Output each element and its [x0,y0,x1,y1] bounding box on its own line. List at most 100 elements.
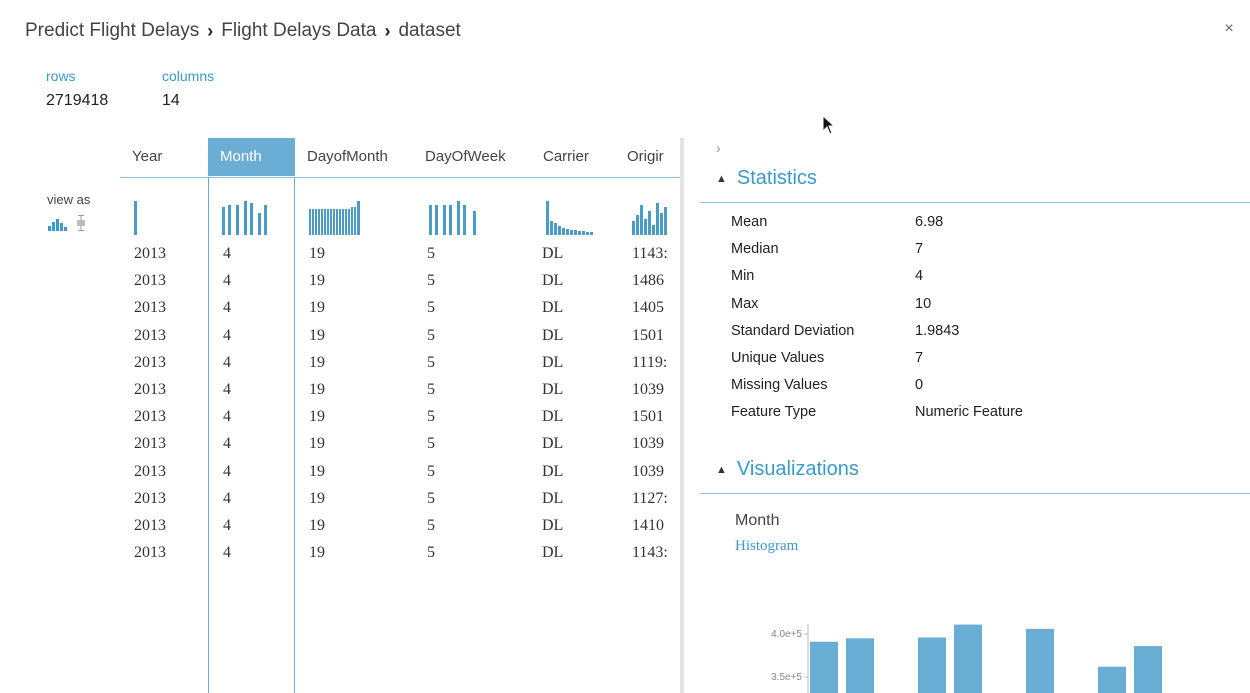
table-cell: 2013 [134,462,166,480]
columns-value: 14 [162,92,180,109]
column-header-year[interactable]: Year [120,138,208,176]
table-cell: DL [542,272,564,290]
stat-label: Unique Values [731,350,825,366]
carrier-sparkline[interactable] [546,201,598,235]
visualization-column-name: Month [735,512,780,529]
statistics-divider [700,202,1250,203]
table-cell: 4 [223,435,231,453]
histogram-bar[interactable] [954,624,982,693]
table-cell: 2013 [134,299,166,317]
stat-value: 6.98 [915,214,944,230]
column-header-month[interactable]: Month [208,138,295,176]
month-sparkline[interactable] [222,201,278,235]
table-cell: 5 [427,462,435,480]
boxplot-view-icon[interactable] [76,215,86,231]
dayofmonth-sparkline[interactable] [309,201,361,235]
table-cell: 19 [309,544,325,562]
table-cell: DL [542,435,564,453]
table-cell: 4 [223,489,231,507]
stat-value: 7 [915,241,924,258]
statistics-title: Statistics [736,167,817,189]
breadcrumb-dataset-name[interactable]: Flight Delays Data [221,20,376,42]
histogram-bar[interactable] [1026,628,1054,693]
table-cell: 1039 [632,435,664,453]
table-cell: 1486 [632,272,664,290]
visualizations-title: Visualizations [736,458,859,480]
table-cell: 1405 [632,299,664,317]
column-header-dayofmonth[interactable]: DayofMonth [295,138,413,176]
table-cell: 5 [427,544,435,562]
table-cell: 5 [427,517,435,534]
expand-panel-icon[interactable]: › [716,140,721,156]
table-cell: 19 [309,435,325,453]
table-cell: 5 [427,299,435,317]
table-cell: 5 [427,353,435,371]
origin-sparkline[interactable] [632,201,672,235]
table-cell: 19 [309,489,325,507]
table-cell: 4 [223,299,231,317]
table-cell: DL [542,381,564,398]
collapse-triangle-icon: ▲ [716,172,727,185]
breadcrumb-separator-icon: › [384,20,391,41]
rows-label: rows [46,68,76,84]
table-cell: DL [542,408,564,426]
table-cell: 2013 [134,353,166,371]
table-cell: 1410 [632,517,664,534]
table-cell: 2013 [134,272,166,290]
table-cell: 4 [223,326,231,344]
stat-value: Numeric Feature [915,404,1023,421]
table-cell: DL [542,326,564,344]
histogram-bar[interactable] [810,641,838,693]
statistics-section-header[interactable]: ▲ Statistics [716,167,817,190]
stat-label: Feature Type [731,404,817,421]
histogram-y-tick-label: 4.0e+5 [771,629,802,640]
histogram-bar[interactable] [918,637,946,693]
column-header-dayofweek[interactable]: DayOfWeek [413,138,531,176]
dayofweek-sparkline[interactable] [429,201,481,235]
table-cell: 2013 [134,408,166,426]
table-cell: 5 [427,408,435,426]
table-cell: 4 [223,462,231,480]
view-as-toggle [48,215,86,231]
table-cell: 4 [223,381,231,398]
table-cell: 19 [309,326,325,344]
column-header-carrier[interactable]: Carrier [531,138,615,176]
table-cell: 1119: [632,353,668,371]
close-icon[interactable]: × [1221,20,1237,38]
visualization-type-link[interactable]: Histogram [735,538,798,555]
visualizations-section-header[interactable]: ▲ Visualizations [716,458,859,481]
table-cell: 4 [223,272,231,290]
table-cell: 5 [427,272,435,290]
stat-label: Missing Values [731,377,828,394]
header-divider [120,177,680,178]
breadcrumb-separator-icon: › [207,20,214,41]
stat-label: Mean [731,214,768,230]
month-histogram: 4.0e+5 3.5e+5 [771,624,1162,693]
stat-value: 1.9843 [915,322,960,339]
panel-divider[interactable] [680,138,684,693]
table-cell: 5 [427,435,435,453]
table-cell: 19 [309,381,325,398]
stat-value: 10 [915,295,932,312]
table-cell: 2013 [134,544,166,562]
stat-value: 4 [915,268,924,285]
table-cell: 5 [427,489,435,507]
table-cell: 1143: [632,245,668,262]
table-cell: 2013 [134,489,166,507]
year-sparkline[interactable] [134,201,142,235]
visualizations-divider [700,493,1250,494]
table-cell: 1039 [632,462,664,480]
histogram-bar[interactable] [846,638,874,693]
histogram-y-tick-label: 3.5e+5 [771,672,802,683]
table-cell: DL [542,299,564,317]
table-cell: 5 [427,245,435,262]
histogram-bar[interactable] [1098,666,1126,693]
histogram-view-icon[interactable] [48,217,68,231]
table-cell: 2013 [134,381,166,398]
table-cell: 2013 [134,517,166,534]
histogram-bar[interactable] [1134,646,1162,693]
table-cell: 4 [223,353,231,371]
column-header-origin[interactable]: Origir [615,138,675,176]
table-cell: DL [542,245,564,262]
breadcrumb-experiment[interactable]: Predict Flight Delays [25,20,199,42]
